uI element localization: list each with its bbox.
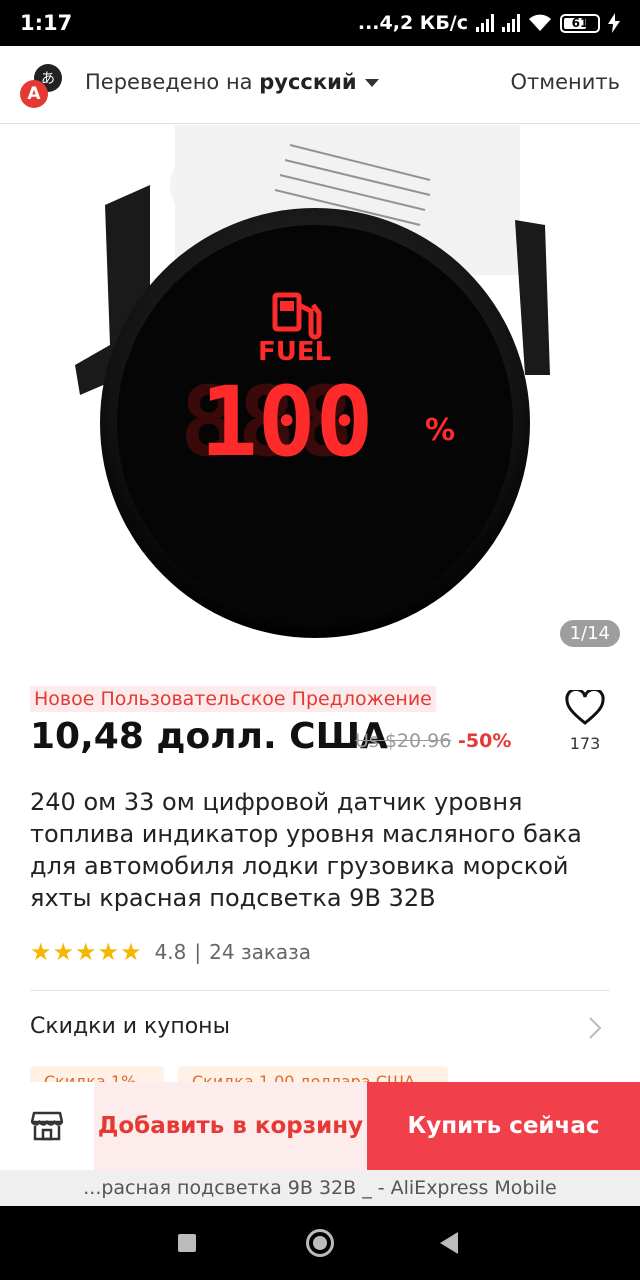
status-bar: 1:17 ...4,2 КБ/с 61: [0, 0, 640, 46]
coupons-row[interactable]: Скидки и купоны: [30, 1014, 610, 1048]
translate-bar: あ A Переведено на русский Отменить: [0, 46, 640, 124]
wifi-icon: [529, 14, 551, 31]
gauge-unit: %: [425, 413, 455, 448]
action-bar: Добавить в корзину Купить сейчас: [0, 1082, 640, 1170]
chevron-right-icon: [589, 1017, 602, 1039]
fuel-gauge-image: FUEL 888 100 %: [75, 125, 550, 638]
store-button[interactable]: [0, 1082, 94, 1170]
heart-icon: [565, 687, 605, 725]
status-icons: ...4,2 КБ/с 61: [358, 12, 620, 34]
old-price: Us $20.96: [355, 730, 452, 752]
status-time: 1:17: [20, 11, 73, 35]
current-price: 10,48 долл. США: [30, 716, 388, 757]
translate-prefix: Переведено на: [85, 70, 260, 94]
rating-row[interactable]: ★★★★★ 4.8 | 24 заказа: [30, 938, 311, 966]
charging-icon: [608, 13, 620, 33]
star-rating-icon: ★★★★★: [30, 938, 143, 966]
recents-icon[interactable]: [178, 1234, 196, 1252]
caret-down-icon: [364, 79, 379, 87]
wishlist-count: 173: [569, 734, 601, 753]
battery-level: 61: [571, 16, 589, 30]
discount-badge: -50%: [458, 730, 512, 752]
product-title: 240 ом 33 ом цифровой датчик уровня топл…: [30, 788, 582, 912]
translate-language: русский: [259, 70, 357, 94]
store-icon: [31, 1111, 63, 1141]
buy-now-button[interactable]: Купить сейчас: [367, 1082, 640, 1170]
image-counter: 1/14: [559, 620, 620, 647]
divider: [30, 990, 610, 991]
home-icon[interactable]: [306, 1229, 334, 1257]
translate-cancel-button[interactable]: Отменить: [510, 70, 620, 94]
signal-icon: [476, 14, 494, 32]
back-icon[interactable]: [440, 1232, 458, 1254]
signal-icon-2: [502, 14, 520, 32]
translate-logo-a: A: [20, 80, 48, 108]
network-speed: ...4,2 КБ/с: [357, 12, 468, 34]
product-image[interactable]: FUEL 888 100 % 1/14: [0, 125, 640, 660]
wishlist-button[interactable]: 173: [560, 687, 610, 753]
rating-value: 4.8: [154, 940, 187, 964]
new-user-offer-label: Новое Пользовательское Предложение: [30, 686, 436, 712]
orders-count: 24 заказа: [209, 940, 312, 964]
gauge-label: FUEL: [258, 337, 331, 367]
system-nav-bar: [0, 1206, 640, 1280]
page-title: ...расная подсветка 9В 32В _ - AliExpres…: [0, 1170, 640, 1206]
coupons-label: Скидки и купоны: [30, 1014, 230, 1039]
rating-separator: |: [194, 940, 202, 964]
gauge-value: 100: [200, 366, 373, 478]
translate-icon[interactable]: あ A: [20, 62, 66, 108]
add-to-cart-button[interactable]: Добавить в корзину: [94, 1082, 367, 1170]
battery-icon: 61: [560, 13, 600, 33]
translate-language-selector[interactable]: Переведено на русский: [85, 70, 379, 94]
